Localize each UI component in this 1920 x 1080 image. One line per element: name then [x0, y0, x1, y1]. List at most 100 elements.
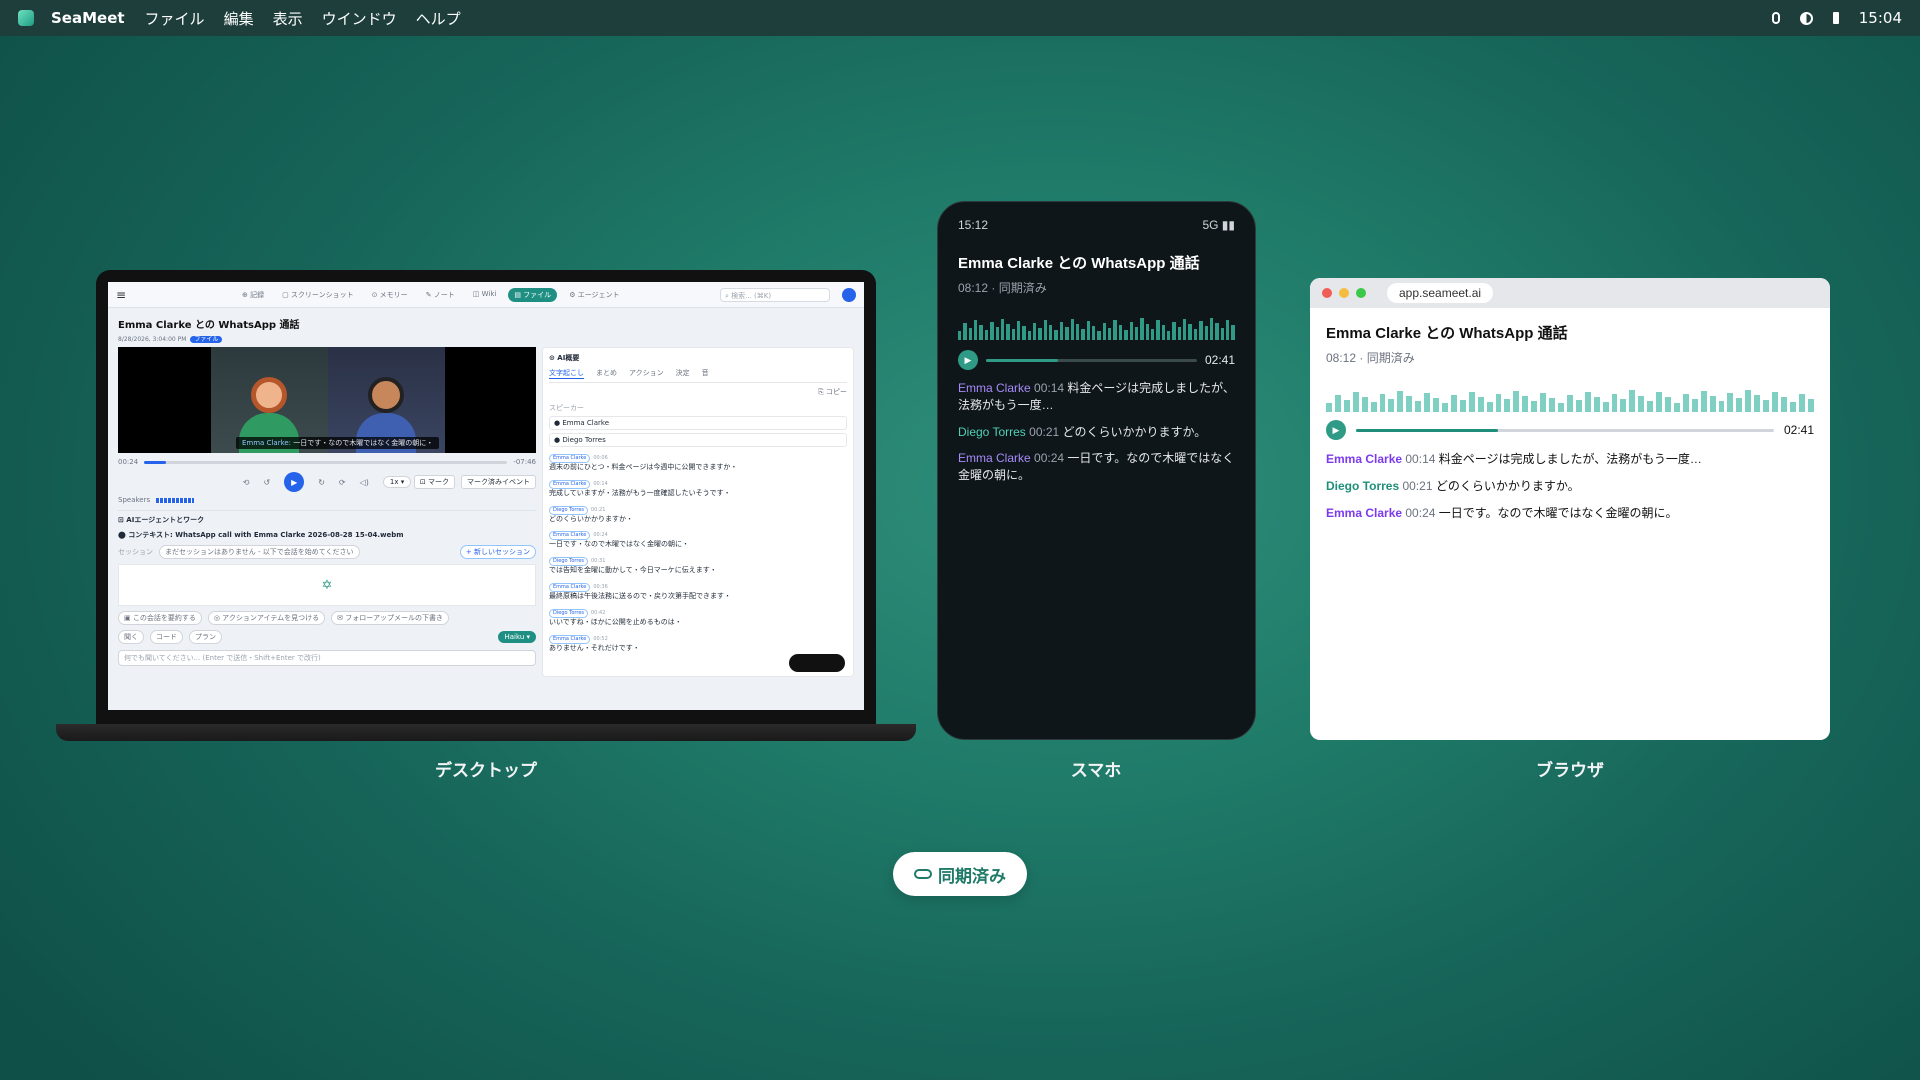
tab-audio[interactable]: 音 [702, 368, 709, 379]
play-button[interactable]: ▶ [284, 472, 305, 492]
forward-icon[interactable]: ↻ [318, 478, 325, 487]
tab-actions[interactable]: アクション [629, 368, 664, 379]
waveform-bar [1167, 330, 1171, 340]
rewind-icon[interactable]: ↺ [263, 478, 270, 487]
tab-memory[interactable]: ⊙ メモリー [366, 288, 414, 302]
menu-edit[interactable]: 編集 [224, 8, 254, 29]
transcript-line[interactable]: Emma Clarke 00:14 料金ページは完成しましたが、法務がもう一度… [1326, 450, 1814, 467]
model-select[interactable]: Haiku ▾ [498, 631, 536, 643]
mode-plan[interactable]: プラン [189, 630, 222, 644]
tab-record[interactable]: ⊕ 記録 [236, 288, 270, 302]
waveform-bar [1789, 402, 1796, 412]
speaker-timeline: Speakers [118, 496, 536, 504]
marked-events-button[interactable]: マーク済みイベント [461, 475, 536, 489]
waveform-bar [1231, 325, 1235, 340]
audio-track[interactable] [1356, 428, 1774, 432]
waveform-bar [1433, 397, 1439, 412]
app-menu[interactable]: SeaMeet [51, 9, 125, 27]
waveform-bar [1504, 398, 1511, 412]
tab-wiki[interactable]: ◫ Wiki [467, 288, 503, 302]
tab-files[interactable]: ▤ ファイル [508, 287, 558, 302]
volume-icon[interactable]: ◁) [360, 478, 369, 487]
agent-panel: ⊡ AIエージェントとワーク ⬤ コンテキスト: WhatsApp call w… [118, 510, 536, 666]
waveform-bar [1424, 392, 1431, 412]
tab-summary[interactable]: まとめ [596, 368, 617, 379]
sync-status-button[interactable]: 同期済み [893, 852, 1027, 896]
play-button[interactable]: ▶ [958, 350, 978, 370]
waveform-bar [1016, 320, 1021, 340]
transcript-line[interactable]: Diego Torres 00:21 どのくらいかかりますか・ [549, 505, 847, 525]
transcript-line[interactable]: Emma Clarke 00:36 最終原稿は午後法務に送るので・戻り次第手配できま… [549, 582, 847, 602]
waveform-bar [1038, 327, 1042, 340]
cloud-icon [914, 869, 932, 879]
microphone-icon[interactable] [1771, 12, 1780, 24]
caption-speaker: Emma Clarke: [242, 439, 292, 447]
waveform-bar [1188, 324, 1192, 340]
close-window-icon[interactable] [1322, 288, 1332, 298]
transcript-line[interactable]: Emma Clarke 00:14 料金ページは完成しましたが、法務がもう一度… [958, 380, 1235, 414]
maximize-window-icon[interactable] [1356, 288, 1366, 298]
speaker-list: スピーカー ● Emma Clarke ● Diego Torres [549, 403, 847, 447]
video-player[interactable]: Emma Clarke: 一日です・なので木曜ではなく金曜の朝に・ [118, 347, 536, 453]
battery-icon[interactable] [1832, 12, 1839, 24]
speaker-tag: Emma Clarke [549, 634, 591, 644]
appearance-icon[interactable] [1799, 11, 1813, 25]
copy-button[interactable]: ⎘ コピー [549, 387, 847, 397]
suggest-followup-email-button[interactable]: ✉ フォローアップメールの下書き [331, 611, 449, 625]
speaker-activity-bar [156, 497, 195, 503]
session-label: セッション [118, 548, 153, 556]
speaker-row[interactable]: ● Emma Clarke [549, 416, 847, 430]
url-bar[interactable]: app.seameet.ai [1387, 283, 1494, 303]
transcript-text: 週末の前にひとつ・料金ページは今週中に公開できますか・ [549, 463, 738, 471]
session-select[interactable]: まだセッションはありません - 以下で会話を始めてください [159, 545, 360, 559]
audio-track[interactable] [986, 358, 1197, 362]
mode-code[interactable]: コード [150, 630, 183, 644]
waveform-bar [1334, 395, 1341, 412]
mode-ask[interactable]: 聞く [118, 630, 144, 644]
speaker-row[interactable]: ● Diego Torres [549, 433, 847, 447]
transcript-line[interactable]: Emma Clarke 00:24 一日です。なので木曜ではなく金曜の朝に。 [958, 450, 1235, 484]
transcript-line[interactable]: Emma Clarke 00:24 一日です。なので木曜ではなく金曜の朝に。 [1326, 504, 1814, 521]
desktop-label: デスクトップ [435, 761, 537, 781]
suggest-summarize-button[interactable]: ▣ この会話を要約する [118, 611, 202, 625]
hamburger-menu-icon[interactable]: ≡ [116, 288, 136, 302]
suggest-action-items-button[interactable]: ◎ アクションアイテムを見つける [207, 611, 326, 625]
minimize-window-icon[interactable] [1339, 288, 1349, 298]
transcript-line[interactable]: Diego Torres 00:21 どのくらいかかりますか。 [958, 424, 1235, 441]
new-session-button[interactable]: + 新しいセッション [459, 545, 536, 559]
transcript-line[interactable]: Emma Clarke 00:52 ありません・それだけです・ [549, 634, 847, 654]
waveform-bar [974, 319, 978, 340]
seek-bar[interactable] [144, 460, 508, 464]
playback-rate-select[interactable]: 1x ▾ [382, 476, 412, 488]
waveform-bar [1736, 398, 1743, 412]
play-button[interactable]: ▶ [1326, 420, 1346, 440]
recording-widget[interactable] [789, 654, 845, 672]
transcript-line[interactable]: Emma Clarke 00:14 完成していますが・法務がもう一度確認したいそうで… [549, 479, 847, 499]
mark-button[interactable]: ⊡ マーク [413, 475, 455, 489]
search-input[interactable]: ⌕ 検索... (⌘K) [720, 287, 830, 302]
tab-agent[interactable]: ⚙ エージェント [563, 288, 625, 302]
transcript-line[interactable]: Emma Clarke 00:24 一日です・なので木曜ではなく金曜の朝に・ [549, 530, 847, 550]
transcript-line[interactable]: Emma Clarke 00:06 週末の前にひとつ・料金ページは今週中に公開できま… [549, 453, 847, 473]
avatar[interactable] [842, 287, 856, 302]
transcript-line[interactable]: Diego Torres 00:31 では告知を金曜に動かして・今日マーケに伝えます… [549, 556, 847, 576]
transcript-line[interactable]: Diego Torres 00:21 どのくらいかかりますか。 [1326, 477, 1814, 494]
transcript-line[interactable]: Diego Torres 00:42 いいですね・ほかに公開を止めるものは・ [549, 608, 847, 628]
tab-transcript[interactable]: 文字起こし [549, 368, 584, 379]
menu-window[interactable]: ウインドウ [322, 8, 397, 29]
tab-decisions[interactable]: 決定 [676, 368, 690, 379]
skip-back-icon[interactable]: ⟲ [243, 478, 250, 487]
waveform-bar [1477, 396, 1484, 412]
laptop-frame: ≡ ⊕ 記録 ▢ スクリーンショット ⊙ メモリー ✎ ノート ◫ Wiki ▤… [96, 270, 876, 724]
chat-input[interactable]: 何でも聞いてください... (Enter で送信・Shift+Enter で改行… [118, 650, 536, 666]
menu-view[interactable]: 表示 [273, 8, 303, 29]
waveform-bar [984, 330, 989, 340]
waveform-bar [1097, 330, 1101, 340]
timestamp: 00:21 [1399, 479, 1436, 493]
menu-file[interactable]: ファイル [145, 8, 205, 29]
tab-notes[interactable]: ✎ ノート [420, 288, 461, 302]
menu-help[interactable]: ヘルプ [416, 8, 461, 29]
tab-screenshot[interactable]: ▢ スクリーンショット [276, 288, 360, 302]
browser-toolbar: app.seameet.ai [1310, 278, 1830, 308]
skip-forward-icon[interactable]: ⟳ [339, 478, 346, 487]
